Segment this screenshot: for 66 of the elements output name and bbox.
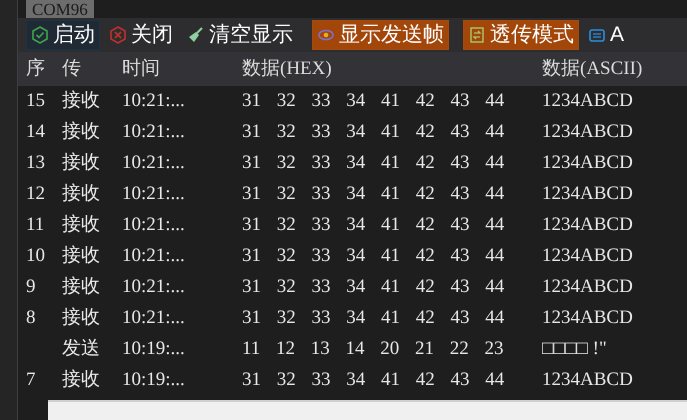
column-header[interactable]: 序	[18, 54, 62, 84]
table-cell-text: 接收	[62, 120, 101, 144]
table-cell-text: 31 32 33 34 41 42 43 44	[242, 151, 506, 176]
table-cell-text: 1234ABCD	[542, 120, 634, 144]
table-cell-text: 接收	[62, 306, 101, 330]
table-cell-text: 31 32 33 34 41 42 43 44	[242, 182, 506, 206]
table-cell-text: 31 32 33 34 41 42 43 44	[242, 368, 506, 392]
table-cell-text: 发送	[62, 337, 101, 362]
table-cell-text: 10:21:...	[122, 213, 186, 238]
table-cell-text: 1234ABCD	[542, 244, 634, 268]
table-cell-text: 10:19:...	[122, 337, 186, 362]
table-cell-text: 1234ABCD	[542, 182, 634, 206]
table-cell-text: 接收	[62, 368, 101, 392]
column-header[interactable]: 数据(ASCII)	[542, 54, 687, 84]
start-button[interactable]: 启动	[26, 20, 100, 50]
table-cell-text: 接收	[62, 275, 101, 300]
table-cell-text: 接收	[62, 213, 101, 238]
table-cell-text: 1234ABCD	[542, 368, 634, 392]
close-button[interactable]: 关闭	[104, 20, 178, 50]
table-cell-text: 1234ABCD	[542, 89, 634, 114]
check-hexagon-icon	[31, 26, 49, 44]
table-cell-text: 10:21:...	[122, 244, 186, 268]
table-cell-text: 接收	[62, 182, 101, 206]
table-cell-text: 8	[25, 306, 36, 330]
close-icon	[109, 26, 127, 44]
broom-icon	[187, 26, 205, 44]
table-cell-text: 10:21:...	[122, 182, 186, 206]
screen-icon	[588, 26, 606, 44]
table-cell-text: 12	[25, 182, 46, 206]
table-cell-text: 10:21:...	[122, 151, 186, 176]
table-cell-text: 接收	[62, 244, 101, 268]
table-cell-text: 31 32 33 34 41 42 43 44	[242, 275, 506, 300]
table-cell-text: 7	[25, 368, 36, 392]
table-cell-text: 1234ABCD	[542, 151, 634, 176]
show-sent-frames-toggle[interactable]: 显示发送帧	[312, 20, 449, 50]
table-cell-text: 10:21:...	[122, 120, 186, 144]
table-cell-text: 接收	[62, 151, 101, 176]
passthrough-toggle[interactable]: 透传模式	[463, 20, 579, 50]
table-cell-text: 10	[25, 244, 46, 268]
table-cell-text: 接收	[62, 89, 101, 114]
table-cell-text: 11 12 13 14 20 21 22 23	[242, 337, 505, 362]
auto-button[interactable]: A	[583, 20, 630, 50]
table-cell-text: 31 32 33 34 41 42 43 44	[242, 306, 506, 330]
column-header[interactable]: 数据(HEX)	[242, 54, 542, 84]
table-cell-text: 31 32 33 34 41 42 43 44	[242, 213, 506, 238]
table-cell-text: 31 32 33 34 41 42 43 44	[242, 120, 506, 144]
column-header[interactable]: 时间	[122, 54, 242, 84]
table-cell-text: 1234ABCD	[542, 275, 634, 300]
table-cell-text: 10:21:...	[122, 275, 186, 300]
clear-button[interactable]: 清空显示	[182, 20, 298, 50]
table-cell-text: 1234ABCD	[542, 213, 634, 238]
table-cell-text: 1234ABCD	[542, 306, 634, 330]
table-cell-text: 13	[25, 151, 46, 176]
table-cell-text: □□□□ !"	[542, 337, 608, 362]
table-cell-text: 9	[25, 275, 36, 300]
table-cell-text: 10:21:...	[122, 306, 186, 330]
document-icon	[468, 26, 486, 44]
table-cell-text: 10:21:...	[122, 89, 186, 114]
table-cell-text: 15	[25, 89, 46, 114]
column-header[interactable]: 传	[62, 54, 122, 84]
horizontal-scrollbar[interactable]	[48, 400, 687, 420]
table-cell-text: 31 32 33 34 41 42 43 44	[242, 244, 506, 268]
table-cell-text: 11	[25, 213, 46, 238]
table-cell-text: 31 32 33 34 41 42 43 44	[242, 89, 506, 114]
table-cell-text: 14	[25, 120, 46, 144]
table-cell-text: 10:19:...	[122, 368, 186, 392]
